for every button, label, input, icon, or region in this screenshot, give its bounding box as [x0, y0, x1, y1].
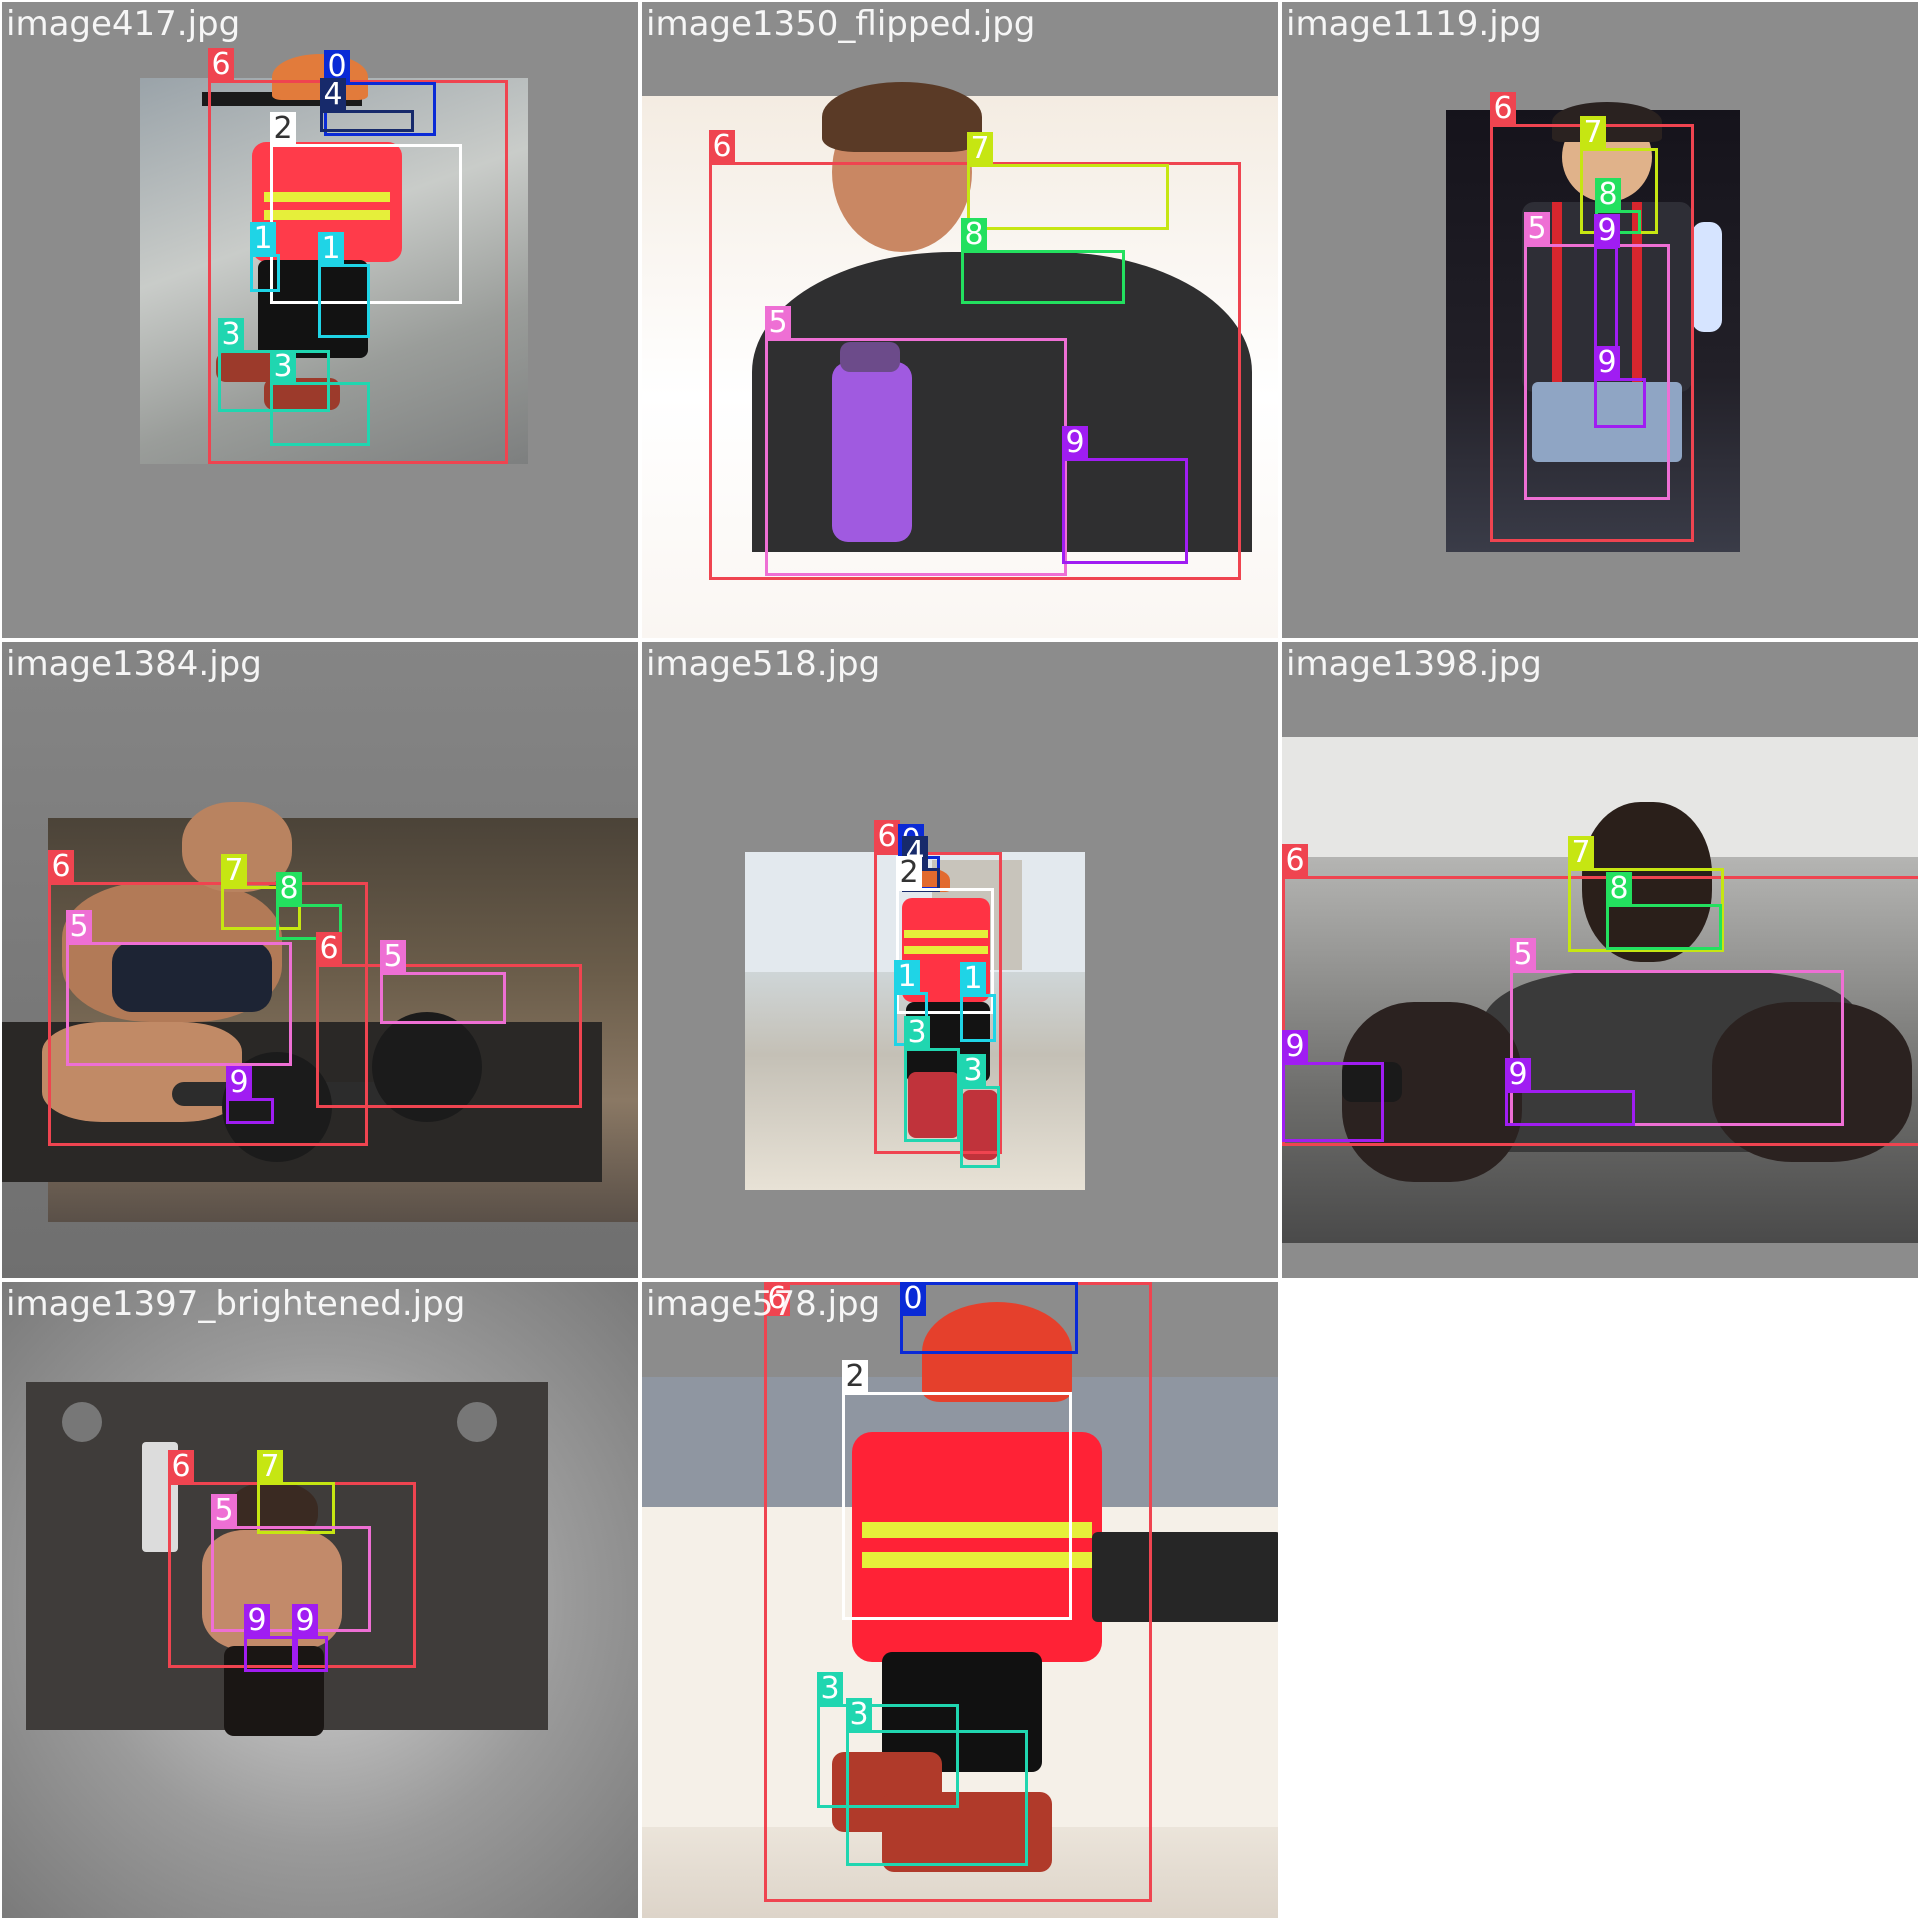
class-label-tag: 9 [292, 1604, 318, 1638]
class-label-tag: 2 [270, 112, 296, 146]
bounding-box [250, 254, 280, 292]
class-label-tag: 5 [1510, 938, 1536, 972]
class-label-tag: 1 [250, 222, 276, 256]
pulley [62, 1402, 102, 1442]
bounding-box [318, 264, 370, 338]
detection-tile: image1397_brightened.jpg 6 7 5 9 9 [0, 1280, 640, 1920]
detection-tile: image1398.jpg 6 7 8 5 9 9 [1280, 640, 1920, 1280]
bounding-box [960, 1086, 1000, 1168]
class-label-tag: 1 [318, 232, 344, 266]
class-label-tag: 6 [168, 1450, 194, 1484]
class-label-tag: 7 [221, 854, 247, 888]
class-label-tag: 0 [900, 1282, 926, 1316]
class-label-tag: 8 [961, 218, 987, 252]
class-label-tag: 5 [211, 1494, 237, 1528]
bounding-box [842, 1392, 1072, 1620]
bystander-arm [1692, 222, 1722, 332]
image-filename: image1350_flipped.jpg [646, 4, 1036, 44]
class-label-tag: 2 [842, 1360, 868, 1394]
class-label-tag: 7 [967, 132, 993, 166]
detection-tile: image1119.jpg 6 7 8 5 9 9 [1280, 0, 1920, 640]
class-label-tag: 1 [894, 960, 920, 994]
class-label-tag: 6 [1490, 92, 1516, 126]
class-label-tag: 6 [709, 130, 735, 164]
class-label-tag: 7 [257, 1450, 283, 1484]
bounding-box [1505, 1090, 1635, 1126]
class-label-tag: 3 [218, 318, 244, 352]
class-label-tag: 4 [320, 78, 346, 112]
class-label-tag: 9 [1062, 426, 1088, 460]
image-filename: image1384.jpg [6, 644, 262, 684]
bounding-box [1062, 458, 1188, 564]
image-filename: image1119.jpg [1286, 4, 1542, 44]
image-filename: image578.jpg [646, 1284, 881, 1324]
bounding-box [1594, 378, 1646, 428]
detection-tile: image1384.jpg 6 7 8 5 9 6 5 [0, 640, 640, 1280]
bounding-box [1594, 246, 1618, 350]
class-label-tag: 3 [846, 1698, 872, 1732]
detection-mosaic: image417.jpg 6 0 4 2 1 1 3 3 image1350_flipped.jp… [0, 0, 1920, 1920]
bounding-box [1606, 904, 1722, 950]
bounding-box [292, 1636, 328, 1672]
class-label-tag: 9 [1594, 214, 1620, 248]
bounding-box [226, 1098, 274, 1124]
class-label-tag: 5 [765, 306, 791, 340]
bounding-box [1282, 1062, 1384, 1142]
class-label-tag: 7 [1568, 836, 1594, 870]
bounding-box [211, 1526, 371, 1632]
class-label-tag: 5 [1524, 212, 1550, 246]
class-label-tag: 6 [48, 850, 74, 884]
bounding-box [961, 250, 1125, 304]
class-label-tag: 3 [960, 1054, 986, 1088]
detection-tile: image417.jpg 6 0 4 2 1 1 3 3 [0, 0, 640, 640]
bounding-box [66, 942, 292, 1066]
class-label-tag: 3 [817, 1672, 843, 1706]
bounding-box [900, 1282, 1078, 1354]
class-label-tag: 9 [1594, 346, 1620, 380]
class-label-tag: 2 [896, 856, 922, 890]
bounding-box [380, 972, 506, 1024]
class-label-tag: 3 [904, 1016, 930, 1050]
bounding-box [846, 1730, 1028, 1866]
detection-tile: image578.jpg 6 0 2 3 3 [640, 1280, 1280, 1920]
pulley [457, 1402, 497, 1442]
bounding-box [967, 164, 1169, 230]
bounding-box [320, 110, 414, 132]
image-filename: image518.jpg [646, 644, 881, 684]
bounding-box [244, 1636, 298, 1672]
bounding-box [765, 338, 1067, 576]
class-label-tag: 8 [1595, 178, 1621, 212]
class-label-tag: 9 [1505, 1058, 1531, 1092]
hair [822, 82, 982, 152]
class-label-tag: 5 [66, 910, 92, 944]
class-label-tag: 6 [316, 932, 342, 966]
bounding-box [960, 994, 996, 1042]
bounding-box [270, 382, 370, 446]
class-label-tag: 6 [208, 48, 234, 82]
class-label-tag: 8 [276, 872, 302, 906]
image-filename: image417.jpg [6, 4, 241, 44]
class-label-tag: 3 [270, 350, 296, 384]
class-label-tag: 8 [1606, 872, 1632, 906]
detection-tile: image518.jpg60421133 [640, 640, 1280, 1280]
class-label-tag: 7 [1580, 116, 1606, 150]
class-label-tag: 6 [1282, 844, 1308, 878]
bounding-box [904, 1048, 960, 1142]
class-label-tag: 1 [960, 962, 986, 996]
image-filename: image1398.jpg [1286, 644, 1542, 684]
class-label-tag: 6 [874, 820, 900, 854]
detection-tile: image1350_flipped.jpg 6 7 8 5 9 [640, 0, 1280, 640]
image-filename: image1397_brightened.jpg [6, 1284, 466, 1324]
class-label-tag: 9 [244, 1604, 270, 1638]
class-label-tag: 9 [1282, 1030, 1308, 1064]
class-label-tag: 5 [380, 940, 406, 974]
class-label-tag: 9 [226, 1066, 252, 1100]
